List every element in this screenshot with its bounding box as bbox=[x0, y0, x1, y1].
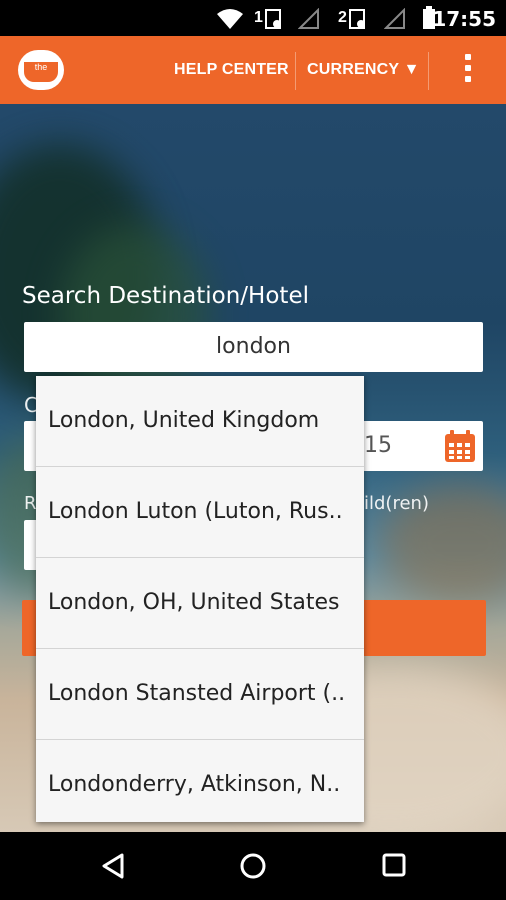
home-icon[interactable] bbox=[239, 852, 267, 880]
date-value: 15 bbox=[364, 433, 392, 458]
signal-icon bbox=[298, 8, 319, 29]
back-icon[interactable] bbox=[100, 852, 126, 880]
suggestion-item[interactable]: London Stansted Airport (.. bbox=[36, 649, 364, 740]
signal-icon bbox=[384, 8, 405, 29]
help-center-link[interactable]: HELP CENTER bbox=[174, 61, 289, 79]
overflow-menu-icon[interactable] bbox=[458, 54, 478, 88]
sim-icon bbox=[265, 9, 281, 29]
sim-icon bbox=[349, 9, 365, 29]
children-label: ild(ren) bbox=[364, 493, 429, 514]
divider bbox=[295, 52, 296, 90]
search-input[interactable] bbox=[24, 322, 483, 372]
suggestion-item[interactable]: London, OH, United States bbox=[36, 558, 364, 649]
clock: 17:55 bbox=[432, 7, 496, 31]
wifi-icon bbox=[217, 9, 243, 29]
status-bar: 1 2 17:55 bbox=[0, 0, 506, 36]
suggestion-item[interactable]: Londonderry, Atkinson, N.. bbox=[36, 740, 364, 830]
calendar-icon[interactable] bbox=[444, 429, 476, 463]
suggestions-dropdown: London, United Kingdom London Luton (Lut… bbox=[36, 376, 364, 822]
divider bbox=[428, 52, 429, 90]
navigation-bar bbox=[0, 832, 506, 900]
suggestion-item[interactable]: London, United Kingdom bbox=[36, 376, 364, 467]
recents-icon[interactable] bbox=[381, 852, 407, 878]
currency-dropdown[interactable]: CURRENCY ▼ bbox=[307, 61, 420, 79]
logo-text: the bbox=[24, 62, 58, 82]
rooms-label: R bbox=[24, 493, 37, 514]
sim1-label: 1 bbox=[254, 9, 263, 26]
search-label: Search Destination/Hotel bbox=[22, 283, 309, 309]
suggestion-item[interactable]: London Luton (Luton, Rus.. bbox=[36, 467, 364, 558]
app-logo[interactable]: the bbox=[18, 50, 64, 90]
sim2-label: 2 bbox=[338, 9, 347, 26]
app-bar: the HELP CENTER CURRENCY ▼ bbox=[0, 36, 506, 104]
